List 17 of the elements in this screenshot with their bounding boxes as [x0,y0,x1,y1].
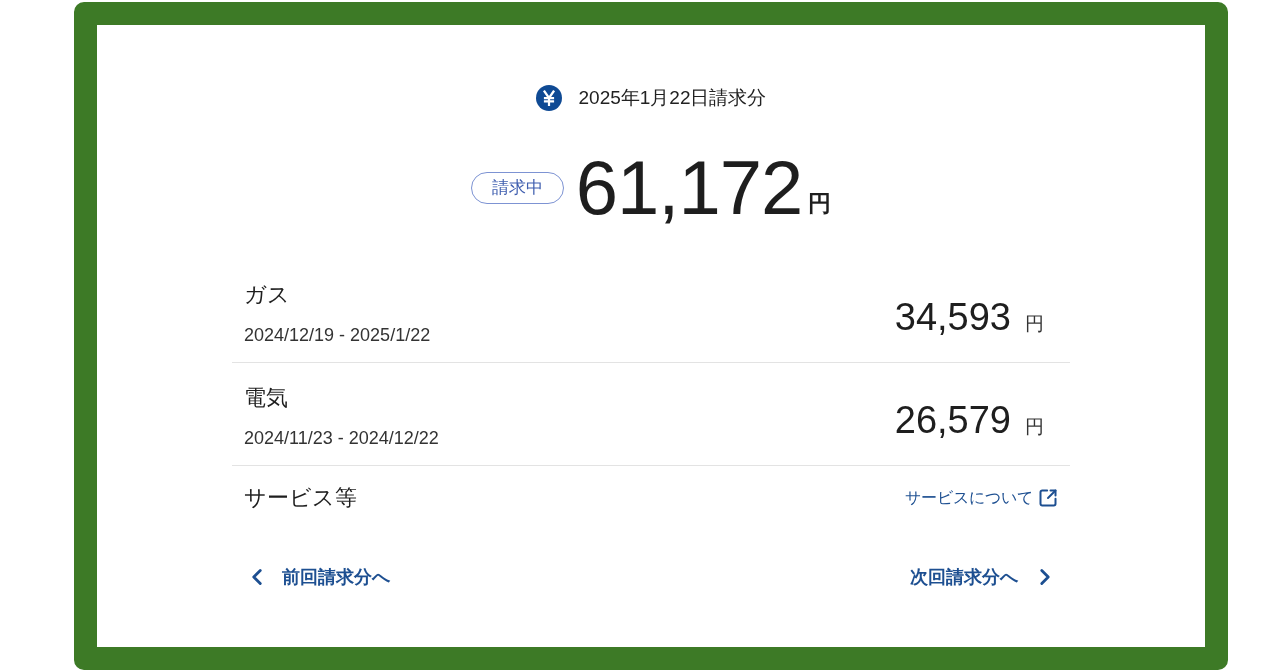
billing-period: 2024/12/19 - 2025/1/22 [244,324,431,347]
total-unit: 円 [808,189,832,217]
item-unit: 円 [1025,414,1044,439]
next-bill-link[interactable]: 次回請求分へ [910,563,1058,591]
total-amount: 61,172 [575,148,803,228]
services-label: サービス等 [244,484,357,512]
item-name: 電気 [244,384,289,412]
yen-icon [535,85,562,111]
services-link[interactable]: サービスについて [905,486,1058,510]
bill-title: 2025年1月22日請求分 [578,86,767,110]
item-amount: 26,579 [894,397,1011,442]
previous-bill-link[interactable]: 前回請求分へ [244,563,390,591]
item-amount: 34,593 [894,294,1011,339]
item-unit: 円 [1025,311,1044,336]
item-name: ガス [244,281,291,309]
external-link-icon [1038,488,1058,508]
billing-period: 2024/11/23 - 2024/12/22 [244,427,439,450]
